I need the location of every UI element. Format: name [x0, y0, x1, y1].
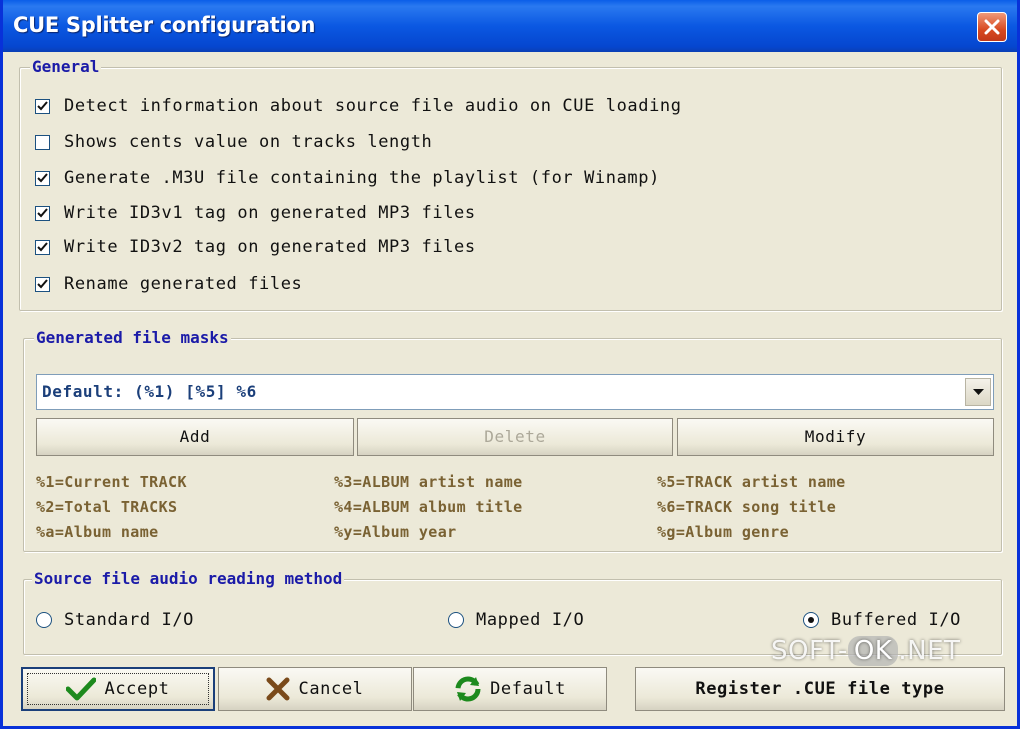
chevron-down-icon	[973, 389, 984, 395]
mask-hint: %5=TRACK artist name	[657, 473, 846, 491]
radio-selected-dot	[808, 617, 814, 623]
standard-io-radio[interactable]	[36, 612, 52, 628]
option-id3v1[interactable]: Write ID3v1 tag on generated MP3 files	[35, 202, 476, 224]
option-show-cents[interactable]: Shows cents value on tracks length	[35, 131, 432, 153]
buffered-io-label: Buffered I/O	[831, 610, 962, 630]
show-cents-label: Shows cents value on tracks length	[64, 132, 433, 152]
watermark-left: SOFT-	[771, 636, 848, 666]
checkmark-icon	[37, 278, 48, 288]
reading-method-legend: Source file audio reading method	[32, 569, 345, 588]
general-group: General Detect information about source …	[19, 58, 1002, 311]
id3v1-label: Write ID3v1 tag on generated MP3 files	[64, 203, 476, 223]
close-icon	[984, 19, 1000, 35]
watermark-ok: OK	[847, 636, 899, 666]
rename-checkbox[interactable]	[35, 276, 50, 292]
detect-info-label: Detect information about source file aud…	[64, 96, 682, 116]
id3v2-checkbox[interactable]	[35, 239, 50, 255]
accept-button[interactable]: Accept	[21, 667, 215, 711]
default-button[interactable]: Default	[413, 667, 607, 711]
reading-mapped-option[interactable]: Mapped I/O	[448, 609, 584, 631]
generate-m3u-label: Generate .M3U file containing the playli…	[64, 168, 660, 188]
mask-hint: %2=Total TRACKS	[36, 498, 178, 516]
reading-standard-option[interactable]: Standard I/O	[36, 609, 194, 631]
detect-info-checkbox[interactable]	[35, 98, 50, 114]
mask-select-dropdown-button[interactable]	[965, 378, 991, 406]
masks-group: Generated file masks Default: (%1) [%5] …	[23, 329, 1002, 552]
refresh-icon	[454, 675, 482, 703]
delete-mask-button[interactable]: Delete	[357, 418, 673, 456]
watermark: SOFT- OK .NET	[771, 636, 960, 666]
checkmark-icon	[37, 241, 48, 251]
mask-hint: %a=Album name	[36, 523, 159, 541]
show-cents-checkbox[interactable]	[35, 134, 50, 150]
cancel-label: Cancel	[298, 679, 364, 699]
option-rename[interactable]: Rename generated files	[35, 273, 302, 295]
default-label: Default	[490, 679, 566, 699]
rename-label: Rename generated files	[64, 274, 303, 294]
checkmark-icon	[37, 207, 48, 217]
mapped-io-label: Mapped I/O	[476, 610, 585, 630]
checkmark-icon	[37, 100, 48, 110]
window-title: CUE Splitter configuration	[13, 13, 316, 37]
register-cue-button[interactable]: Register .CUE file type	[635, 667, 1005, 711]
option-generate-m3u[interactable]: Generate .M3U file containing the playli…	[35, 167, 660, 189]
title-bar[interactable]: CUE Splitter configuration	[3, 0, 1017, 52]
buffered-io-radio[interactable]	[803, 612, 819, 628]
id3v1-checkbox[interactable]	[35, 205, 50, 221]
standard-io-label: Standard I/O	[64, 610, 195, 630]
mapped-io-radio[interactable]	[448, 612, 464, 628]
checkmark-icon	[37, 172, 48, 182]
id3v2-label: Write ID3v2 tag on generated MP3 files	[64, 237, 476, 257]
reading-buffered-option[interactable]: Buffered I/O	[803, 609, 961, 631]
watermark-right: .NET	[898, 636, 961, 666]
option-id3v2[interactable]: Write ID3v2 tag on generated MP3 files	[35, 236, 476, 258]
accept-label: Accept	[104, 679, 170, 699]
checkmark-icon	[66, 677, 97, 701]
config-window: CUE Splitter configuration General Detec…	[0, 0, 1020, 729]
mask-hint: %3=ALBUM artist name	[334, 473, 523, 491]
mask-select[interactable]: Default: (%1) [%5] %6	[36, 374, 994, 410]
dialog-content: General Detect information about source …	[3, 52, 1017, 726]
mask-hint: %1=Current TRACK	[36, 473, 187, 491]
register-cue-label: Register .CUE file type	[695, 679, 945, 699]
modify-mask-button[interactable]: Modify	[677, 418, 994, 456]
general-legend: General	[30, 57, 102, 76]
mask-hint: %6=TRACK song title	[657, 498, 837, 516]
add-mask-button[interactable]: Add	[36, 418, 354, 456]
mask-hint: %y=Album year	[334, 523, 457, 541]
mask-hint: %g=Album genre	[657, 523, 790, 541]
cancel-x-icon	[266, 677, 290, 701]
mask-hint: %4=ALBUM album title	[334, 498, 523, 516]
close-button[interactable]	[977, 12, 1007, 42]
masks-legend: Generated file masks	[34, 328, 231, 347]
option-detect-info[interactable]: Detect information about source file aud…	[35, 95, 682, 117]
generate-m3u-checkbox[interactable]	[35, 170, 50, 186]
cancel-button[interactable]: Cancel	[218, 667, 412, 711]
mask-select-value: Default: (%1) [%5] %6	[42, 382, 257, 401]
